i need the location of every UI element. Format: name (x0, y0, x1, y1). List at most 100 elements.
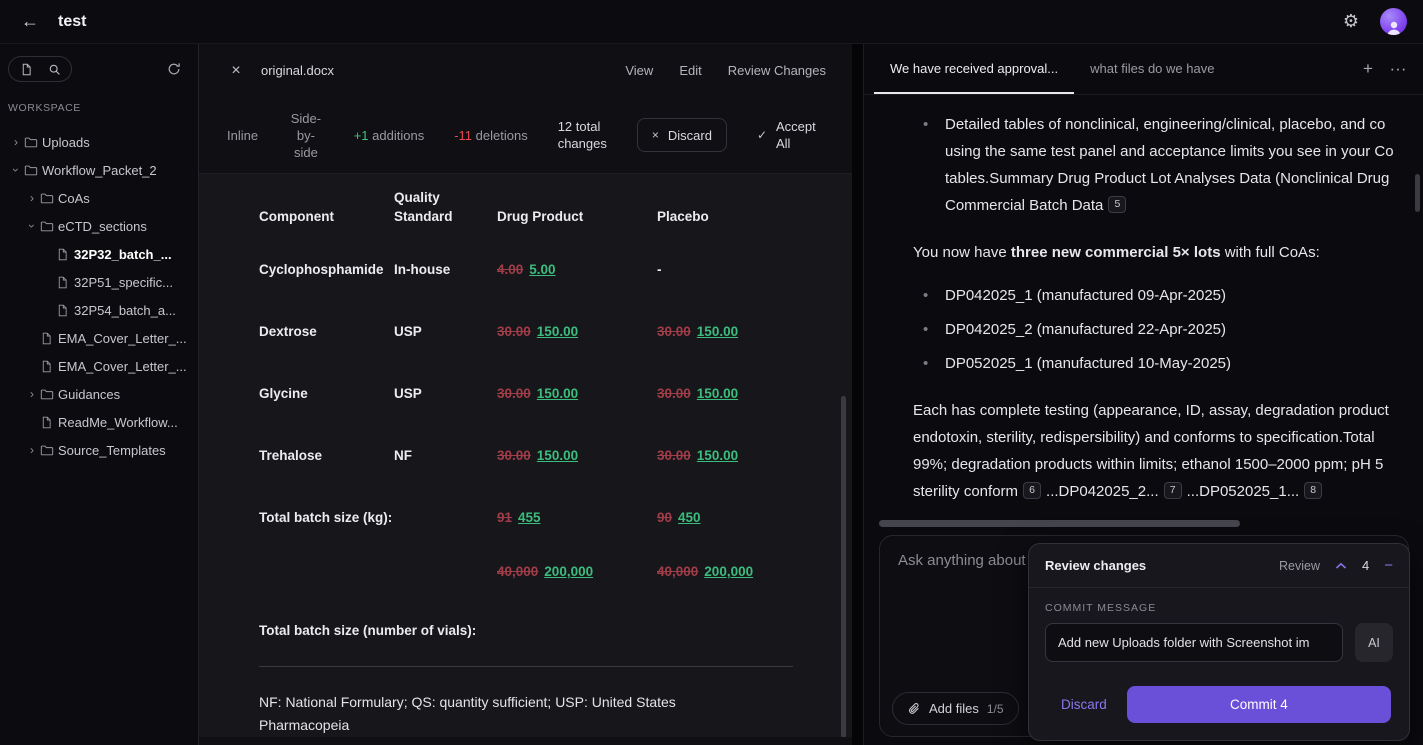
sidebar-item-label: Guidances (58, 387, 120, 402)
chat-horizontal-scrollbar[interactable] (879, 520, 1240, 527)
discard-commit-button[interactable]: Discard (1061, 697, 1107, 712)
cell-drug-product[interactable]: 30.00150.00 (497, 386, 657, 401)
chat-vertical-scrollbar[interactable] (1415, 174, 1420, 212)
table-row: Total batch size (kg): 91455 90450 (259, 486, 852, 548)
cell-placebo[interactable]: 30.00150.00 (657, 324, 797, 339)
add-files-button[interactable]: Add files 1/5 (892, 692, 1019, 725)
cell-placebo[interactable]: 30.00150.00 (657, 448, 797, 463)
sidebar-item-ectd-sections[interactable]: › eCTD_sections (0, 212, 198, 240)
refresh-button[interactable] (162, 57, 186, 81)
citation-badge[interactable]: 8 (1304, 482, 1322, 499)
citation-badge[interactable]: 7 (1164, 482, 1182, 499)
gear-icon: ⚙ (1343, 11, 1359, 32)
sidebar-item-32p54-batch[interactable]: › 32P54_batch_a... (0, 296, 198, 324)
table-header-row: Component Quality Standard Drug Product … (259, 176, 852, 238)
cell-drug-product[interactable]: 91455 (497, 510, 657, 525)
person-icon (1385, 19, 1403, 35)
sidebar-item-uploads[interactable]: › Uploads (0, 128, 198, 156)
sidebar-item-label: ReadMe_Workflow... (58, 415, 178, 430)
close-icon: × (231, 62, 240, 80)
sidebar-item-source-templates[interactable]: › Source_Templates (0, 436, 198, 464)
table-divider (259, 666, 793, 667)
document-icon (20, 63, 33, 76)
col-header-component: Component (259, 207, 394, 226)
minimize-icon[interactable]: − (1384, 557, 1393, 574)
old-value: 4.00 (497, 262, 523, 277)
sidebar-item-guidances[interactable]: › Guidances (0, 380, 198, 408)
check-icon: ✓ (757, 128, 767, 142)
sidebar-item-32p32-batch[interactable]: › 32P32_batch_... (0, 240, 198, 268)
back-button[interactable]: ← (16, 8, 44, 36)
discard-changes-button[interactable]: × Discard (637, 118, 727, 152)
side-by-side-view-toggle[interactable]: Side-by-side (288, 110, 324, 161)
document-vertical-scrollbar[interactable] (841, 396, 846, 738)
document-filename: original.docx (261, 63, 334, 78)
file-icon (40, 332, 58, 345)
document-header: × original.docx View Edit Review Changes (199, 44, 852, 97)
sidebar-item-32p51-specific[interactable]: › 32P51_specific... (0, 268, 198, 296)
chevron-right-icon: › (24, 387, 40, 401)
bold-text: three new commercial 5× lots (1011, 244, 1221, 261)
user-avatar[interactable] (1380, 8, 1407, 35)
chat-menu-button[interactable]: ··· (1383, 44, 1413, 94)
files-view-button[interactable] (13, 58, 39, 80)
cell-component: Cyclophosphamide (259, 260, 394, 279)
file-icon (56, 248, 74, 261)
chevron-up-icon[interactable] (1335, 562, 1347, 570)
chat-tab-what-files[interactable]: what files do we have (1074, 44, 1230, 94)
cell-placebo[interactable]: 30.00150.00 (657, 386, 797, 401)
new-value: 150.00 (537, 324, 578, 339)
new-value: 150.00 (697, 324, 738, 339)
citation-badge[interactable]: 6 (1023, 482, 1041, 499)
accept-all-button[interactable]: ✓ Accept All (757, 118, 824, 152)
cell-drug-product[interactable]: 4.005.00 (497, 262, 657, 277)
document-horizontal-scrollbar[interactable] (199, 737, 852, 745)
folder-icon (40, 387, 58, 401)
sidebar-item-label: 32P51_specific... (74, 275, 173, 290)
sidebar-mode-toggle (8, 56, 72, 82)
sidebar-item-workflow-packet-2[interactable]: › Workflow_Packet_2 (0, 156, 198, 184)
search-icon (48, 63, 61, 76)
new-chat-button[interactable]: + (1353, 44, 1383, 94)
citation-badge[interactable]: 5 (1108, 196, 1126, 213)
edit-menu-item[interactable]: Edit (679, 63, 701, 78)
additions-stat: +1 additions (354, 128, 425, 143)
sidebar-item-label: EMA_Cover_Letter_... (58, 359, 187, 374)
sidebar-item-readme-workflow[interactable]: › ReadMe_Workflow... (0, 408, 198, 436)
commit-footer: Discard Commit 4 (1029, 672, 1409, 740)
list-item: • Detailed tables of nonclinical, engine… (913, 111, 1415, 219)
cell-drug-product[interactable]: 30.00150.00 (497, 324, 657, 339)
cell-component: Total batch size (number of vials): (259, 621, 394, 648)
chevron-down-icon: › (25, 218, 39, 234)
bullet-icon: • (923, 350, 945, 377)
cell-drug-product[interactable]: 40,000200,000 (497, 548, 657, 579)
commit-message-input[interactable]: Add new Uploads folder with Screenshot i… (1045, 623, 1343, 662)
cell-component: Dextrose (259, 322, 394, 341)
sidebar-item-label: Uploads (42, 135, 90, 150)
search-button[interactable] (41, 58, 67, 80)
total-changes-stat: 12 total changes (558, 118, 607, 152)
review-link[interactable]: Review (1279, 559, 1320, 573)
inline-view-toggle[interactable]: Inline (227, 128, 258, 143)
deletions-count: -11 (454, 128, 472, 143)
view-menu-item[interactable]: View (625, 63, 653, 78)
old-value: 91 (497, 510, 512, 525)
sidebar-item-coas[interactable]: › CoAs (0, 184, 198, 212)
message-line: Detailed tables of nonclinical, engineer… (945, 111, 1415, 138)
review-changes-menu-item[interactable]: Review Changes (728, 63, 826, 78)
cell-placebo[interactable]: 40,000200,000 (657, 548, 797, 579)
cell-placebo[interactable]: 90450 (657, 510, 797, 525)
sidebar-item-ema-cover-letter-2[interactable]: › EMA_Cover_Letter_... (0, 352, 198, 380)
sidebar-item-ema-cover-letter-1[interactable]: › EMA_Cover_Letter_... (0, 324, 198, 352)
cell-drug-product[interactable]: 30.00150.00 (497, 448, 657, 463)
ai-generate-button[interactable]: AI (1355, 623, 1393, 662)
close-document-button[interactable]: × (225, 60, 247, 82)
old-value: 90 (657, 510, 672, 525)
table-row: Total batch size (number of vials): 40,0… (259, 548, 852, 648)
plus-icon: + (1363, 59, 1373, 79)
chat-tab-approval[interactable]: We have received approval... (874, 44, 1074, 94)
settings-button[interactable]: ⚙ (1336, 7, 1366, 37)
commit-button[interactable]: Commit 4 (1127, 686, 1391, 723)
folder-icon (40, 219, 58, 233)
folder-icon (40, 443, 58, 457)
